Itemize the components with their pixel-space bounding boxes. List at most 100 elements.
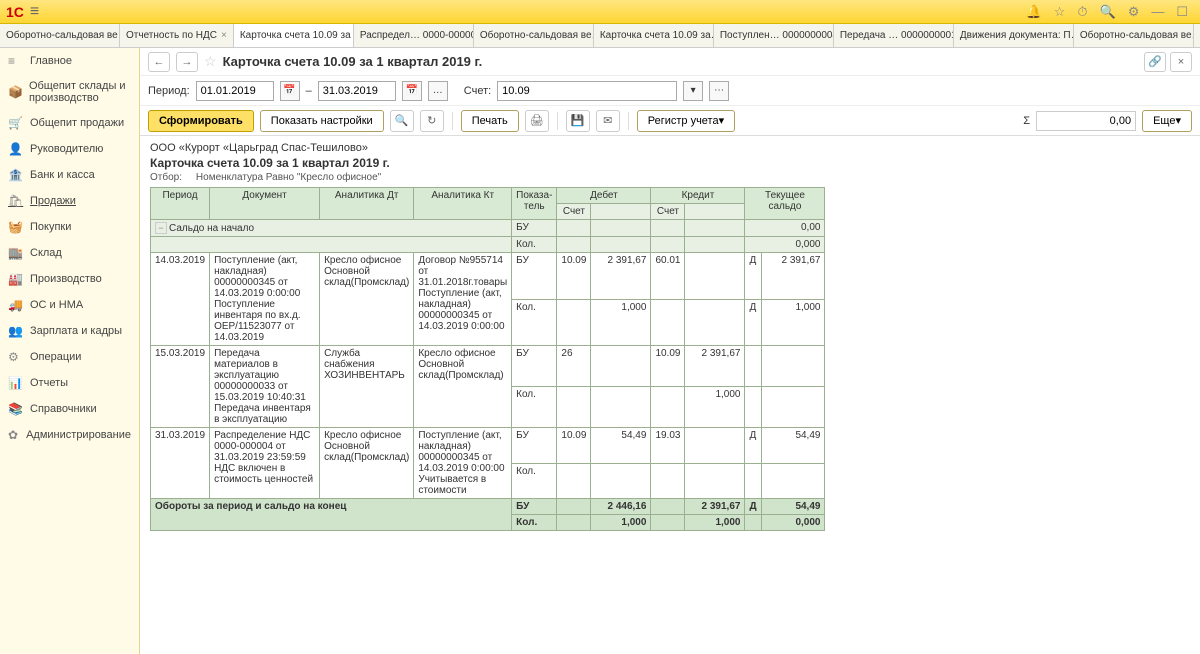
star-icon[interactable]: ☆ xyxy=(1054,4,1066,20)
table-row[interactable]: 14.03.2019Поступление (акт, накладная) 0… xyxy=(151,253,825,300)
tab[interactable]: Передача … 00000000011× xyxy=(834,24,954,47)
date-from-input[interactable] xyxy=(196,81,274,101)
sidebar-item[interactable]: ≡Главное xyxy=(0,48,139,74)
show-settings-button[interactable]: Показать настройки xyxy=(260,110,384,132)
table-row[interactable]: 15.03.2019Передача материалов в эксплуат… xyxy=(151,346,825,387)
col-indicator: Показа- тель xyxy=(512,188,557,220)
favorite-star-icon[interactable]: ☆ xyxy=(204,53,217,70)
account-dropdown-icon[interactable]: ▾ xyxy=(683,81,703,101)
sidebar-item[interactable]: 🚚ОС и НМА xyxy=(0,292,139,318)
nav-back-button[interactable]: ← xyxy=(148,52,170,72)
sidebar-icon: 🚚 xyxy=(8,298,24,312)
sidebar-icon: 🏦 xyxy=(8,168,24,182)
col-akt: Аналитика Кт xyxy=(414,188,512,220)
form-button[interactable]: Сформировать xyxy=(148,110,254,132)
sidebar-label: Покупки xyxy=(30,221,71,233)
col-debit-account: Счет xyxy=(557,204,591,220)
sidebar-label: Справочники xyxy=(30,403,97,415)
tab[interactable]: Оборотно-сальдовая ве…× xyxy=(1074,24,1194,47)
page-title: Карточка счета 10.09 за 1 квартал 2019 г… xyxy=(223,54,483,69)
tabs-bar: Оборотно-сальдовая ве…×Отчетность по НДС… xyxy=(0,24,1200,48)
sigma-icon: Σ xyxy=(1023,115,1030,127)
tab[interactable]: Карточка счета 10.09 за …× xyxy=(234,24,354,47)
print-icon[interactable]: 🖨 xyxy=(525,110,549,132)
col-period: Период xyxy=(151,188,210,220)
filter-note: Отбор: Номенклатура Равно "Кресло офисно… xyxy=(150,172,1190,183)
maximize-icon[interactable]: ☐ xyxy=(1176,4,1188,20)
sidebar-icon: 📦 xyxy=(8,85,23,99)
table-row[interactable]: 31.03.2019Распределение НДС 0000-000004 … xyxy=(151,428,825,464)
sidebar-item[interactable]: 📦 Общепит склады и производство xyxy=(0,74,139,110)
tab[interactable]: Оборотно-сальдовая ве…× xyxy=(0,24,120,47)
report-title: Карточка счета 10.09 за 1 квартал 2019 г… xyxy=(150,156,1190,170)
sidebar-icon: 👥 xyxy=(8,324,24,338)
sidebar-label: Продажи xyxy=(30,195,76,207)
register-button[interactable]: Регистр учета ▾ xyxy=(637,110,735,132)
period-picker-button[interactable]: … xyxy=(428,81,448,101)
tab[interactable]: Карточка счета 10.09 за…× xyxy=(594,24,714,47)
col-credit-sum xyxy=(685,204,745,220)
sidebar-item[interactable]: 🏭Производство xyxy=(0,266,139,292)
tab[interactable]: Распредел… 0000-000004× xyxy=(354,24,474,47)
col-balance: Текущее сальдо xyxy=(745,188,825,220)
sidebar-icon: 👤 xyxy=(8,142,24,156)
account-input[interactable] xyxy=(497,81,677,101)
sidebar-icon: 🛒 xyxy=(8,116,24,130)
col-debit-sum xyxy=(591,204,651,220)
sidebar-item[interactable]: 👤 Руководителю xyxy=(0,136,139,162)
find-icon[interactable]: 🔍 xyxy=(390,110,414,132)
logo-1c: 1C xyxy=(6,4,24,20)
calendar-from-icon[interactable]: 📅 xyxy=(280,81,300,101)
sidebar-label: Руководителю xyxy=(30,143,103,155)
sidebar-icon: 🧺 xyxy=(8,220,24,234)
close-page-button[interactable]: × xyxy=(1170,52,1192,72)
close-icon[interactable]: × xyxy=(221,30,227,41)
col-document: Документ xyxy=(210,188,320,220)
history-icon[interactable]: ⏱ xyxy=(1077,4,1087,20)
sidebar-item[interactable]: 📊Отчеты xyxy=(0,370,139,396)
col-credit-account: Счет xyxy=(651,204,685,220)
tab[interactable]: Оборотно-сальдовая ве…× xyxy=(474,24,594,47)
collapse-icon[interactable]: − xyxy=(155,222,167,234)
sidebar-item[interactable]: ✿Администрирование xyxy=(0,422,139,448)
totals-row: Обороты за период и сальдо на конецБУ2 4… xyxy=(151,499,825,515)
toolbar: Сформировать Показать настройки 🔍 ↻ Печа… xyxy=(140,106,1200,136)
print-button[interactable]: Печать xyxy=(461,110,519,132)
sidebar-label: Главное xyxy=(30,55,72,67)
sidebar-icon: 🏬 xyxy=(8,246,24,260)
sidebar-icon: 📚 xyxy=(8,402,24,416)
sidebar: ≡Главное 📦 Общепит склады и производство 🛒 О… xyxy=(0,48,140,654)
tab[interactable]: Движения документа: П…× xyxy=(954,24,1074,47)
sidebar-label: Общепит продажи xyxy=(30,117,124,129)
period-label: Период: xyxy=(148,85,190,97)
settings-icon[interactable]: ⚙ xyxy=(1128,4,1140,20)
email-icon[interactable]: ✉ xyxy=(596,110,620,132)
link-icon[interactable]: 🔗 xyxy=(1144,52,1166,72)
bell-icon[interactable]: 🔔 xyxy=(1026,4,1042,20)
sidebar-label: Общепит склады и производство xyxy=(29,80,131,104)
hamburger-icon[interactable]: ≡ xyxy=(30,3,39,21)
more-button[interactable]: Еще ▾ xyxy=(1142,110,1192,132)
minimize-icon[interactable]: — xyxy=(1151,4,1164,19)
sidebar-label: Производство xyxy=(30,273,102,285)
sidebar-item[interactable]: 🛒 Общепит продажи xyxy=(0,110,139,136)
date-to-input[interactable] xyxy=(318,81,396,101)
sidebar-item[interactable]: 👥 Зарплата и кадры xyxy=(0,318,139,344)
tab[interactable]: Поступлен… 00000000045× xyxy=(714,24,834,47)
nav-forward-button[interactable]: → xyxy=(176,52,198,72)
sidebar-item[interactable]: 🧺 Покупки xyxy=(0,214,139,240)
sidebar-item[interactable]: 🏬Склад xyxy=(0,240,139,266)
calendar-to-icon[interactable]: 📅 xyxy=(402,81,422,101)
sum-display xyxy=(1036,111,1136,131)
sidebar-item[interactable]: 🛍Продажи xyxy=(0,188,139,214)
tab[interactable]: Отчетность по НДС× xyxy=(120,24,234,47)
content: ← → ☆ Карточка счета 10.09 за 1 квартал … xyxy=(140,48,1200,654)
sidebar-item[interactable]: 🏦Банк и касса xyxy=(0,162,139,188)
sidebar-item[interactable]: 📚 Справочники xyxy=(0,396,139,422)
refresh-icon[interactable]: ↻ xyxy=(420,110,444,132)
account-select-button[interactable]: ⋯ xyxy=(709,81,729,101)
sidebar-item[interactable]: ⚙Операции xyxy=(0,344,139,370)
search-icon[interactable]: 🔍 xyxy=(1100,4,1116,20)
sidebar-label: Зарплата и кадры xyxy=(30,325,122,337)
save-icon[interactable]: 💾 xyxy=(566,110,590,132)
